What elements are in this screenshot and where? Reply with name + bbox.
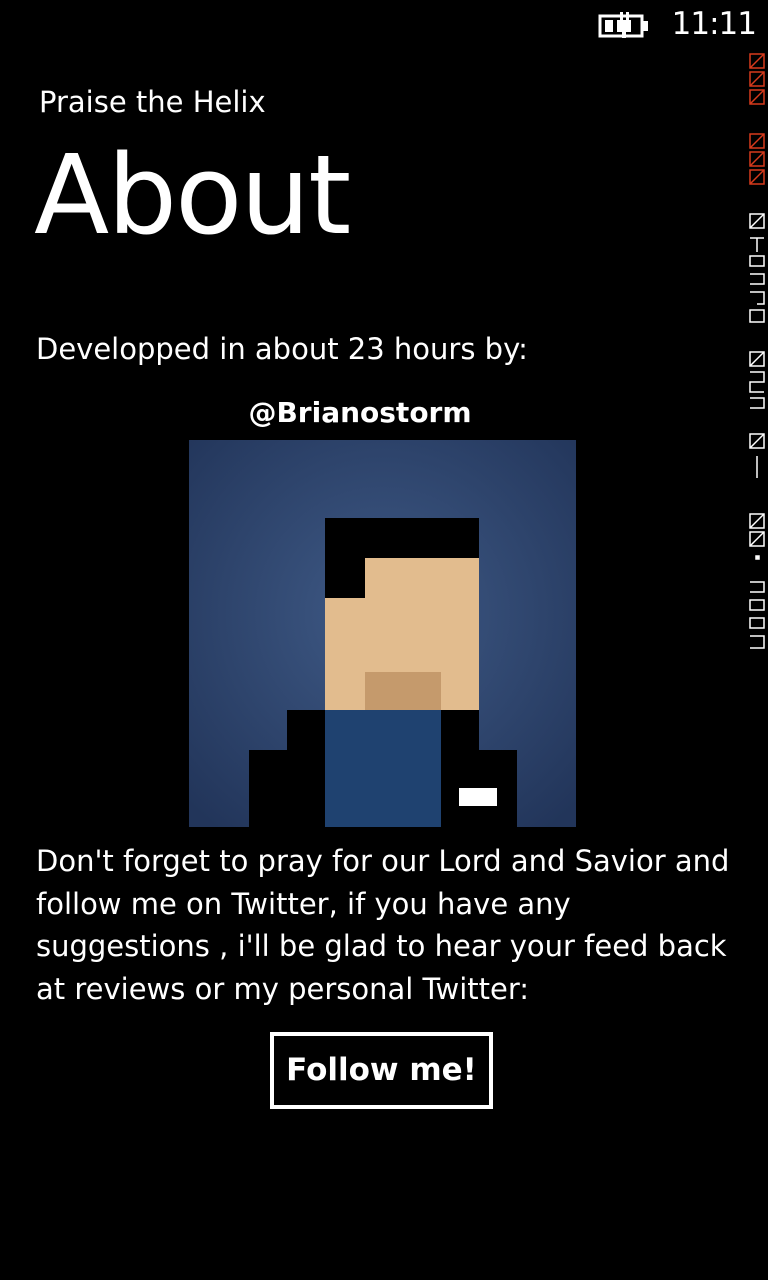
developer-intro-text: Developped in about 23 hours by: xyxy=(36,332,528,366)
frame-rate-counter xyxy=(749,53,765,649)
follow-me-button[interactable]: Follow me! xyxy=(270,1032,493,1109)
about-screen: 11:11 Praise the Helix About Developped … xyxy=(0,0,768,1280)
app-title: Praise the Helix xyxy=(39,85,266,119)
support-message: Don't forget to pray for our Lord and Sa… xyxy=(36,844,730,1006)
developer-handle: @Brianostorm xyxy=(248,396,472,429)
page-title: About xyxy=(34,131,351,259)
developer-avatar xyxy=(189,440,576,827)
battery-charging-icon xyxy=(598,12,648,38)
status-time: 11:11 xyxy=(671,6,757,42)
